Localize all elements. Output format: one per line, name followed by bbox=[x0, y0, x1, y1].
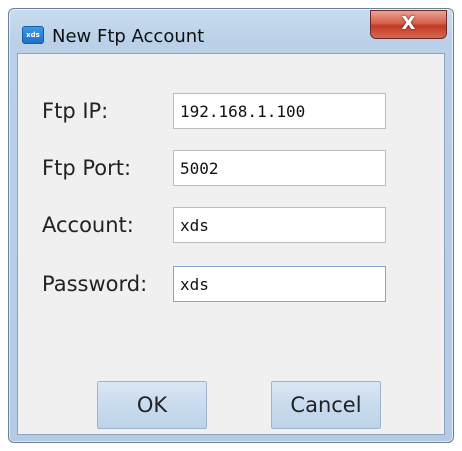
window-title: New Ftp Account bbox=[52, 26, 205, 47]
cancel-button[interactable]: Cancel bbox=[271, 381, 381, 429]
account-input[interactable] bbox=[173, 207, 386, 243]
password-label: Password: bbox=[42, 272, 148, 296]
dialog-window: xds New Ftp Account X Ftp IP: Ftp Port: … bbox=[8, 8, 454, 443]
dialog-content: Ftp IP: Ftp Port: Account: Password: OK … bbox=[17, 53, 445, 435]
account-label: Account: bbox=[42, 213, 134, 237]
form-row-ftp-ip: Ftp IP: bbox=[18, 93, 444, 131]
form-row-password: Password: bbox=[18, 266, 444, 304]
app-icon: xds bbox=[22, 26, 44, 44]
password-input[interactable] bbox=[173, 266, 386, 302]
title-bar[interactable]: xds New Ftp Account X bbox=[9, 9, 453, 53]
form-row-account: Account: bbox=[18, 207, 444, 245]
ftp-ip-input[interactable] bbox=[173, 93, 386, 129]
close-button[interactable]: X bbox=[370, 10, 447, 39]
form-row-ftp-port: Ftp Port: bbox=[18, 150, 444, 188]
ftp-port-input[interactable] bbox=[173, 150, 386, 186]
ok-button[interactable]: OK bbox=[97, 381, 207, 429]
ftp-port-label: Ftp Port: bbox=[42, 156, 132, 180]
close-icon: X bbox=[401, 13, 416, 34]
ftp-ip-label: Ftp IP: bbox=[42, 99, 109, 123]
